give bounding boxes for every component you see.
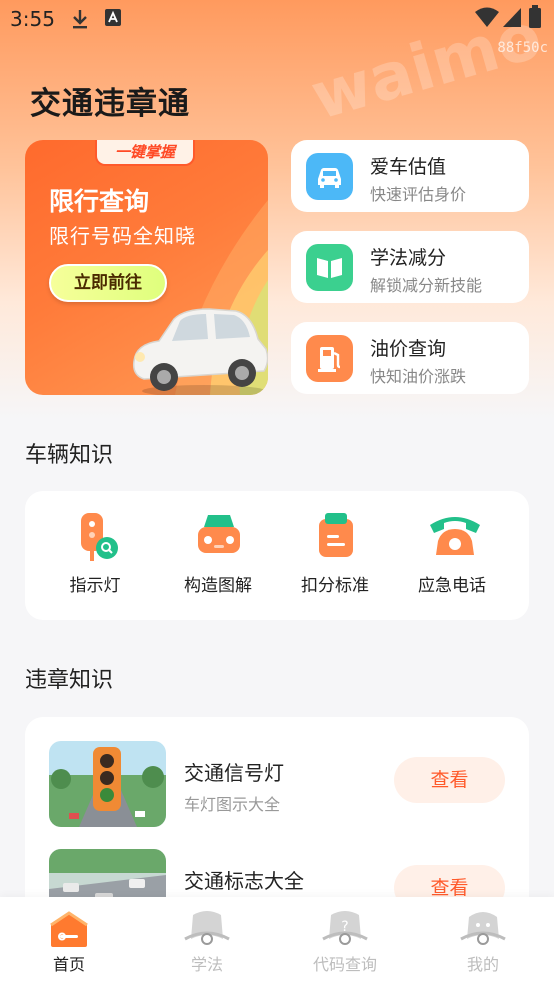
wifi-icon (474, 6, 500, 32)
watermark-code: 88f50c (497, 40, 548, 56)
feature-title: 油价查询 (370, 338, 447, 360)
profile-icon (460, 912, 506, 945)
clipboard-icon (319, 513, 353, 557)
knowledge-item-indicator[interactable]: 指示灯 (45, 511, 145, 611)
book-tab-icon (184, 911, 230, 945)
promo-tag: 一键掌握 (95, 140, 195, 166)
view-button[interactable]: 查看 (394, 757, 505, 803)
feature-subtitle: 快速评估身价 (370, 185, 467, 204)
tab-mine[interactable]: 我的 (414, 897, 552, 984)
indicator-light-icon (81, 513, 118, 561)
section-title-vehicle-knowledge: 车辆知识 (25, 443, 114, 468)
book-icon (306, 244, 353, 291)
vehicle-knowledge-card: 指示灯 构造图解 扣分标准 应急电话 (25, 491, 529, 620)
car-illustration-icon (132, 308, 268, 395)
download-icon (70, 8, 90, 34)
traffic-light-thumbnail-icon (49, 741, 166, 827)
restriction-query-card[interactable]: 一键掌握 限行查询 限行号码全知晓 立即前往 (25, 140, 268, 395)
violation-knowledge-card: 交通信号灯 车灯图示大全 查看 交通标志大全 查看 (25, 717, 529, 917)
car-icon (306, 153, 353, 200)
study-deduction-card[interactable]: 学法减分 解锁减分新技能 (291, 231, 529, 303)
feature-title: 爱车估值 (370, 156, 447, 178)
violation-item-title: 交通信号灯 (184, 761, 284, 785)
knowledge-item-label: 构造图解 (184, 576, 252, 596)
knowledge-item-emergency[interactable]: 应急电话 (402, 511, 502, 611)
car-structure-icon (198, 515, 240, 553)
page-title: 交通违章通 (30, 86, 190, 122)
feature-subtitle: 解锁减分新技能 (370, 276, 483, 295)
bottom-tab-bar: 首页 学法 ? 代码查询 我的 (0, 897, 554, 984)
home-icon (50, 911, 88, 947)
car-valuation-card[interactable]: 爱车估值 快速评估身价 (291, 140, 529, 212)
signal-icon (502, 6, 522, 32)
fuel-pump-icon (306, 335, 353, 382)
knowledge-item-structure[interactable]: 构造图解 (168, 511, 268, 611)
go-now-button[interactable]: 立即前往 (49, 264, 167, 302)
tab-label: 学法 (190, 955, 223, 974)
tab-label: 我的 (466, 955, 499, 974)
status-bar: 3:55 88f50c (0, 0, 554, 56)
fuel-price-card[interactable]: 油价查询 快知油价涨跌 (291, 322, 529, 394)
promo-subtitle: 限行号码全知晓 (49, 224, 196, 248)
section-title-violation-knowledge: 违章知识 (25, 668, 114, 693)
app-notification-icon (104, 8, 122, 32)
violation-item-subtitle: 车灯图示大全 (184, 795, 281, 814)
phone-icon (430, 517, 480, 555)
tab-label: 代码查询 (312, 955, 377, 974)
feature-subtitle: 快知油价涨跌 (370, 367, 467, 386)
knowledge-item-label: 应急电话 (418, 576, 486, 596)
promo-title: 限行查询 (49, 187, 150, 216)
tab-home[interactable]: 首页 (0, 897, 138, 984)
tab-code-query[interactable]: ? 代码查询 (276, 897, 414, 984)
battery-icon (528, 5, 542, 33)
status-time: 3:55 (10, 7, 55, 31)
feature-title: 学法减分 (370, 247, 447, 269)
tab-study[interactable]: 学法 (138, 897, 276, 984)
knowledge-item-label: 指示灯 (69, 576, 121, 596)
tab-label: 首页 (52, 955, 85, 974)
question-icon: ? (322, 911, 368, 945)
knowledge-item-label: 扣分标准 (301, 576, 369, 596)
violation-item-title: 交通标志大全 (184, 869, 304, 893)
list-item[interactable]: 交通信号灯 车灯图示大全 查看 (25, 717, 529, 827)
knowledge-item-points[interactable]: 扣分标准 (285, 511, 385, 611)
